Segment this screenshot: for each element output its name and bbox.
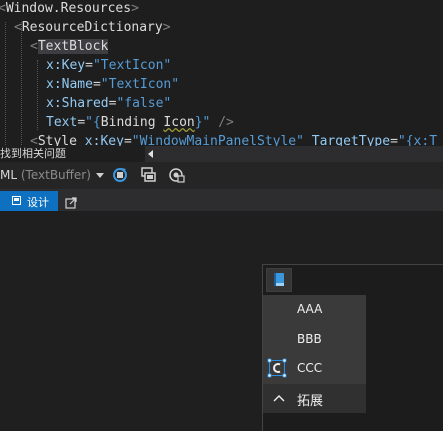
code-token: = bbox=[77, 115, 86, 130]
book-icon bbox=[274, 273, 284, 286]
xaml-buffer-dropdown[interactable]: ML (TextBuffer) bbox=[0, 166, 106, 185]
collapse-left-arrow-icon[interactable] bbox=[148, 150, 153, 158]
code-token: Window.Resources bbox=[5, 1, 132, 16]
device-panels-icon bbox=[141, 167, 156, 182]
code-token: }" bbox=[194, 115, 211, 130]
code-line[interactable]: Text="{Binding Icon}" /> bbox=[46, 113, 234, 132]
chevron-up-icon bbox=[273, 395, 285, 402]
code-token: x: bbox=[46, 96, 62, 111]
design-surface[interactable]: AAA BBB CCC 拓展 bbox=[0, 211, 443, 431]
xaml-buffer-prefix: ML bbox=[0, 168, 18, 182]
chevron-down-icon bbox=[96, 173, 104, 178]
code-token: /> bbox=[218, 115, 234, 130]
code-line[interactable]: x:Key="TextIcon" bbox=[46, 56, 171, 75]
code-token: x: bbox=[46, 77, 62, 92]
expand-label: 拓展 bbox=[297, 394, 324, 409]
tab-design[interactable]: 设计 bbox=[0, 191, 58, 211]
code-token: > bbox=[162, 20, 171, 35]
code-token: Icon bbox=[163, 115, 195, 130]
menu-item-label: BBB bbox=[297, 332, 322, 346]
design-view-icon bbox=[12, 196, 21, 205]
code-token: "TextIcon" bbox=[92, 58, 172, 73]
xaml-buffer-label: ML (TextBuffer) bbox=[0, 168, 91, 182]
code-token: Binding bbox=[100, 115, 164, 130]
refresh-designer-button[interactable] bbox=[111, 166, 129, 184]
xaml-designer-window: <Window.Resources> <ResourceDictionary> … bbox=[0, 0, 443, 431]
menu-item[interactable]: AAA bbox=[263, 295, 366, 324]
code-line[interactable]: <Style x:Key="WindowMainPanelStyle" Targ… bbox=[30, 132, 437, 147]
view-tab-row: 设计 bbox=[0, 189, 443, 211]
code-token: Shared bbox=[61, 96, 109, 111]
menu-item[interactable]: BBB bbox=[263, 325, 366, 354]
code-token: TextBlock bbox=[37, 39, 109, 54]
xaml-code-editor[interactable]: <Window.Resources> <ResourceDictionary> … bbox=[0, 0, 443, 147]
menu-item-label: CCC bbox=[297, 361, 323, 375]
code-token: < bbox=[30, 39, 38, 54]
issues-found-text: 找到相关问题 bbox=[0, 147, 66, 160]
data-context-button[interactable] bbox=[167, 166, 185, 184]
tab-design-label: 设计 bbox=[27, 196, 49, 209]
popout-xaml-button[interactable] bbox=[65, 194, 77, 209]
refresh-icon bbox=[113, 168, 127, 182]
code-line[interactable]: <TextBlock bbox=[30, 37, 109, 56]
code-token: = bbox=[85, 58, 93, 73]
code-token: = bbox=[92, 77, 101, 92]
code-line[interactable]: x:Name="TextIcon" bbox=[46, 75, 179, 94]
code-token: ResourceDictionary bbox=[21, 20, 163, 35]
menu-panel: AAA BBB CCC 拓展 bbox=[263, 295, 366, 413]
text-icon bbox=[267, 358, 287, 378]
device-preview-button[interactable] bbox=[139, 166, 157, 184]
menu-expand-button[interactable]: 拓展 bbox=[263, 384, 366, 413]
code-token: x: bbox=[46, 58, 62, 73]
preview-window: AAA BBB CCC 拓展 bbox=[262, 264, 443, 431]
book-toggle-button[interactable] bbox=[266, 268, 292, 292]
code-token: "TextIcon" bbox=[100, 77, 180, 92]
code-line[interactable]: <Window.Resources> bbox=[0, 0, 139, 18]
code-token: Text bbox=[46, 115, 78, 130]
code-line[interactable]: <ResourceDictionary> bbox=[14, 18, 171, 37]
code-token: > bbox=[131, 1, 139, 16]
code-token: < bbox=[14, 20, 22, 35]
issues-indicator: 找到相关问题 bbox=[0, 146, 145, 162]
popout-icon bbox=[65, 197, 77, 209]
selected-textblock-icon bbox=[267, 358, 287, 378]
code-token: "{ bbox=[85, 115, 101, 130]
indent-guide bbox=[21, 22, 22, 147]
indent-guide bbox=[5, 22, 6, 147]
designer-toolbar: ML (TextBuffer) bbox=[0, 162, 443, 189]
indent-guide bbox=[37, 60, 38, 130]
xaml-buffer-suffix: (TextBuffer) bbox=[17, 168, 91, 182]
menu-item-label: AAA bbox=[297, 302, 323, 316]
code-token: Key bbox=[61, 58, 86, 73]
settings-gear-icon bbox=[169, 168, 185, 183]
code-token: "false" bbox=[116, 96, 172, 111]
code-line[interactable]: x:Shared="false" bbox=[46, 94, 171, 113]
menu-item[interactable]: CCC bbox=[263, 354, 366, 383]
issues-bar: 找到相关问题 bbox=[0, 146, 443, 162]
code-token: Name bbox=[61, 77, 93, 92]
